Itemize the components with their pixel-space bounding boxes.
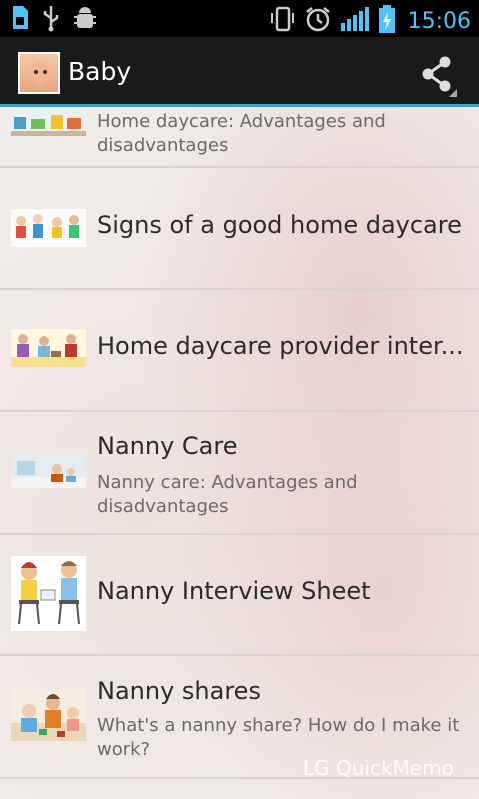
- list-item-title: Home daycare provider inter...: [97, 332, 464, 360]
- interview-cartoon-thumbnail: [11, 329, 86, 367]
- usb-icon: [42, 4, 60, 36]
- list-item-title: Nanny shares: [97, 677, 261, 705]
- list-item-title: Nanny Care: [97, 432, 238, 460]
- baby-face-icon: [29, 62, 51, 84]
- share-icon: [422, 56, 457, 97]
- status-clock: 15:06: [407, 8, 471, 34]
- quickmemo-watermark: LG QuickMemo: [303, 756, 454, 780]
- daycare-room-thumbnail: [11, 109, 86, 136]
- list-item-title: Signs of a good home daycare: [97, 211, 462, 239]
- app-title: Baby: [68, 57, 132, 86]
- vibrate-icon: [268, 5, 296, 37]
- list-item[interactable]: Signs of a good home daycare: [0, 168, 479, 290]
- action-bar: Baby: [0, 37, 479, 107]
- sim-card-icon: [10, 5, 30, 35]
- signal-icon: [340, 5, 370, 37]
- nanny-share-thumbnail: [11, 689, 86, 741]
- android-debug-icon: [72, 5, 98, 35]
- list-item[interactable]: Nanny Care Nanny care: Advantages and di…: [0, 412, 479, 535]
- alarm-icon: [304, 5, 332, 37]
- list-item-subtitle: Home daycare: Advantages and disadvantag…: [97, 111, 386, 156]
- kids-playing-thumbnail: [11, 209, 86, 247]
- nanny-room-thumbnail: [11, 455, 86, 488]
- share-button[interactable]: [419, 55, 457, 97]
- list-item-subtitle: Nanny care: Advantages and disadvantages: [97, 472, 358, 517]
- battery-charging-icon: [378, 4, 396, 38]
- status-bar: 15:06: [0, 0, 479, 37]
- list-item-title: Nanny Interview Sheet: [97, 577, 371, 605]
- app-icon[interactable]: [18, 52, 60, 94]
- nanny-interview-cartoon-thumbnail: [11, 556, 86, 631]
- list-item-subtitle: What's a nanny share? How do I make it w…: [97, 715, 460, 760]
- article-list[interactable]: Home daycare: Advantages and disadvantag…: [0, 107, 479, 799]
- list-item[interactable]: Home daycare provider inter...: [0, 290, 479, 412]
- list-item[interactable]: Nanny Interview Sheet: [0, 535, 479, 656]
- list-item[interactable]: Home daycare: Advantages and disadvantag…: [0, 107, 479, 168]
